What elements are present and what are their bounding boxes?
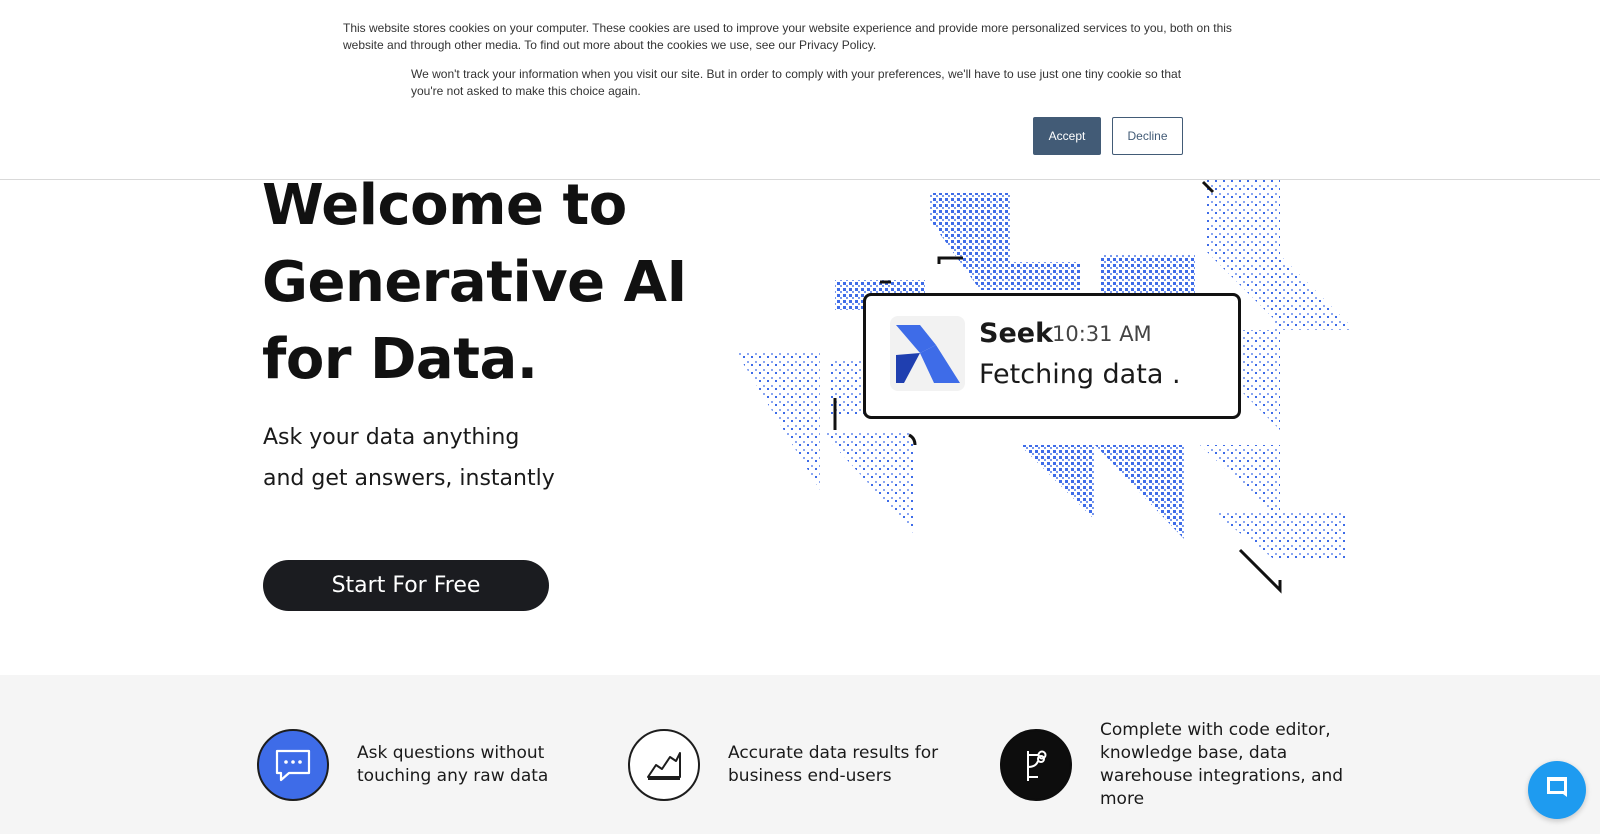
hero-title-line: Generative AI [262, 250, 687, 315]
cookie-tracking-text: We won't track your information when you… [411, 67, 1182, 98]
seek-name: Seek [979, 318, 1054, 349]
seek-logo-icon [890, 316, 965, 391]
line-chart-icon [628, 729, 700, 801]
hero-subtitle-line: Ask your data anything [263, 425, 520, 450]
chat-widget-button[interactable] [1528, 761, 1586, 819]
hero-subtitle-line: and get answers, instantly [263, 466, 555, 491]
feature-text: Ask questions without touching any raw d… [357, 743, 549, 786]
feature-text: Accurate data results for business end-u… [728, 743, 939, 786]
features-strip: Ask questions without touching any raw d… [0, 675, 1600, 834]
branch-icon [1000, 729, 1072, 801]
chat-bubble-icon [257, 729, 329, 801]
cookie-banner: This website stores cookies on your comp… [0, 0, 1600, 180]
feature-text: Complete with code editor, knowledge bas… [1100, 720, 1344, 809]
accept-cookies-button[interactable]: Accept [1033, 117, 1101, 155]
start-for-free-button[interactable]: Start For Free [263, 560, 549, 611]
chat-icon [1542, 773, 1572, 807]
cookie-notice-text: This website stores cookies on your comp… [343, 21, 1232, 52]
seek-timestamp: 10:31 AM [1052, 322, 1152, 346]
hero-subtitle: Ask your data anything and get answers, … [263, 417, 683, 499]
hero-title-line: for Data. [262, 327, 538, 392]
hero-title: Welcome to Generative AI for Data. [262, 167, 687, 398]
decline-cookies-button[interactable]: Decline [1112, 117, 1183, 155]
seek-status-text: Fetching data . [979, 359, 1181, 390]
seek-status-card: Seek 10:31 AM Fetching data . [863, 293, 1241, 419]
